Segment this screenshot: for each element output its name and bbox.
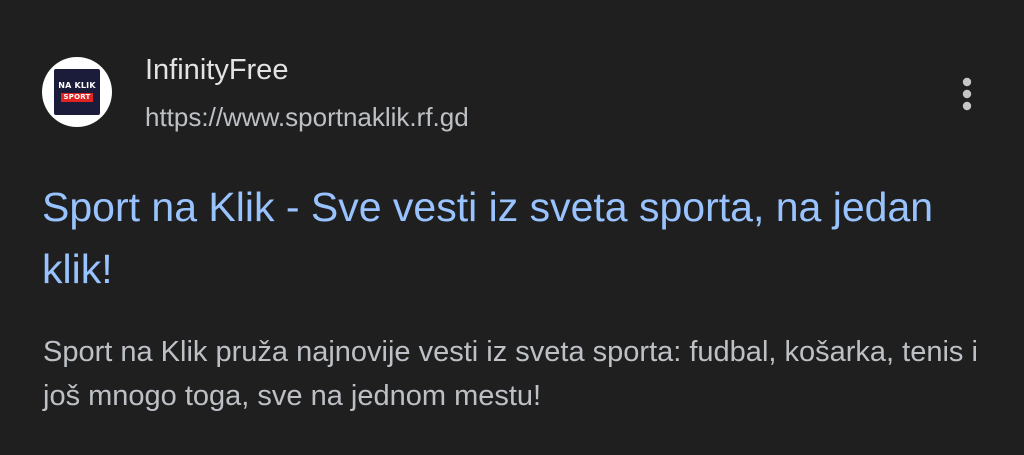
site-logo-text-bottom: SPORT [60,93,94,102]
site-name[interactable]: InfinityFree [145,53,288,87]
site-logo-text-top: NA KLIK [58,81,96,90]
more-vert-icon [962,77,972,111]
result-snippet: Sport na Klik pruža najnovije vesti iz s… [43,336,978,412]
search-result-card: NA KLIK SPORT InfinityFree https://www.s… [0,0,1024,455]
result-title-link[interactable]: Sport na Klik - Sve vesti iz sveta sport… [42,176,982,300]
site-favicon[interactable]: NA KLIK SPORT [42,57,112,127]
site-url[interactable]: https://www.sportnaklik.rf.gd [145,100,469,134]
site-logo: NA KLIK SPORT [54,69,100,115]
more-options-button[interactable] [947,70,987,118]
